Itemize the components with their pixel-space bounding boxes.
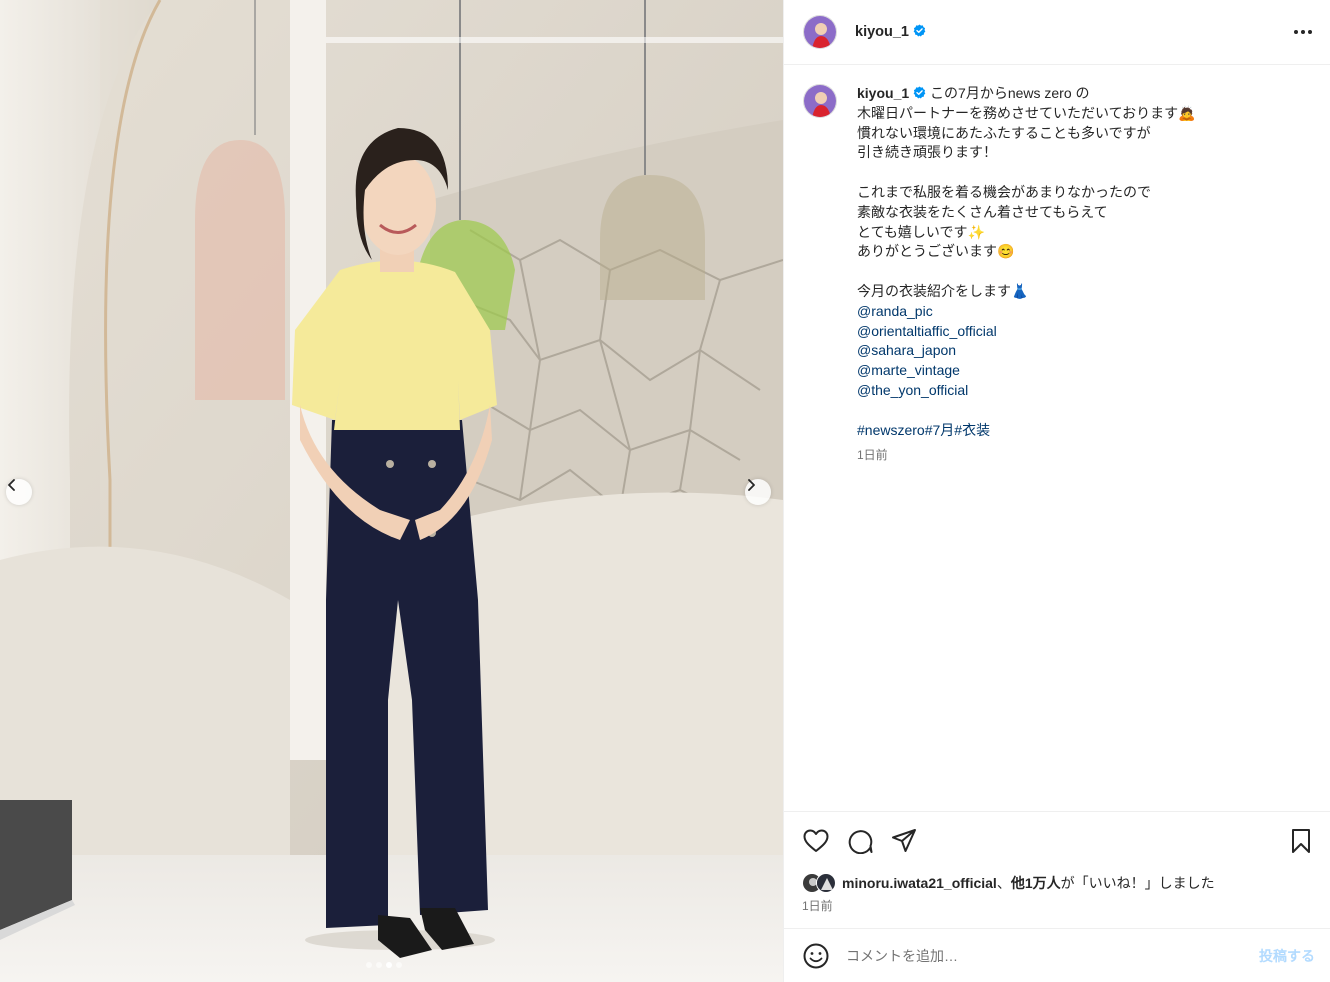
avatar-image [804, 16, 836, 48]
caption-section: kiyou_1 この7月からnews zero の 木曜日パートナーを務めさせて… [784, 66, 1330, 811]
avatar-image [817, 874, 835, 892]
likes-count-link[interactable]: 他1万人 [1011, 873, 1061, 893]
post-side-panel: kiyou_1 kiyou_1 この7月からnews zero の 木曜日パート… [783, 0, 1330, 982]
more-options-icon [1294, 30, 1298, 34]
username-text[interactable]: kiyou_1 [855, 24, 909, 40]
mention-link[interactable]: @randa_pic [857, 302, 1297, 322]
mentions-list: @randa_pic @orientaltiaffic_official @saha… [857, 302, 1297, 401]
carousel-indicator [366, 962, 402, 968]
author-avatar[interactable] [803, 15, 837, 49]
emoji-icon [803, 943, 829, 968]
hashtag-link[interactable]: #7月 [925, 422, 955, 438]
caption-first-line: kiyou_1 この7月からnews zero の [857, 84, 1297, 104]
previous-slide-button[interactable] [6, 479, 32, 505]
share-icon [892, 829, 916, 852]
comment-input[interactable] [846, 947, 1259, 964]
caption-line: 慣れない環境にあたふたすることも多いですが [857, 124, 1151, 141]
hashtags: #newszero#7月#衣装 [857, 421, 1297, 441]
carousel-dot [376, 962, 382, 968]
more-dot [1301, 30, 1305, 34]
actions-section: minoru.iwata21_official、他1万人 が「いいね！」しました … [784, 811, 1330, 928]
comment-button[interactable] [846, 827, 874, 855]
share-button[interactable] [890, 827, 918, 855]
more-dot [1308, 30, 1312, 34]
mention-link[interactable]: @orientaltiaffic_official [857, 322, 1297, 342]
chevron-left-icon [8, 479, 15, 491]
comment-bar: 投稿する [784, 928, 1330, 982]
mention-link[interactable]: @the_yon_official [857, 381, 1297, 401]
author-username[interactable]: kiyou_1 [855, 24, 926, 40]
post-timestamp[interactable]: 1日前 [784, 897, 1330, 914]
mention-link[interactable]: @marte_vintage [857, 361, 1297, 381]
photo-illustration [0, 0, 783, 982]
carousel-dot [396, 962, 402, 968]
likes-summary: minoru.iwata21_official、他1万人 が「いいね！」しました [784, 870, 1330, 896]
caption-line: とても嬉しいです✨ [857, 223, 985, 240]
avatar-image [804, 85, 836, 117]
likes-separator: 、 [996, 875, 1011, 891]
hashtag-link[interactable]: #newszero [857, 422, 925, 438]
likes-suffix: が「いいね！」しました [1060, 875, 1215, 891]
bookmark-icon [1292, 829, 1310, 853]
post-comment-button[interactable]: 投稿する [1259, 946, 1315, 966]
chevron-right-icon [748, 479, 755, 491]
hashtag-link[interactable]: #衣装 [954, 422, 990, 438]
caption-author-avatar[interactable] [803, 84, 837, 118]
more-options-button[interactable] [1294, 30, 1312, 34]
post-header: kiyou_1 [784, 0, 1330, 65]
like-button[interactable] [802, 827, 830, 855]
caption-line: 素敵な衣装をたくさん着させてもらえて [857, 203, 1108, 220]
mention-link[interactable]: @sahara_japon [857, 341, 1297, 361]
verified-badge-icon [913, 86, 926, 99]
caption-username[interactable]: kiyou_1 [857, 85, 909, 101]
next-slide-button[interactable] [745, 479, 771, 505]
carousel-dot [366, 962, 372, 968]
caption-lines: 木曜日パートナーを務めさせていただいております🙇 慣れない環境にあたふたすることも… [857, 104, 1297, 302]
action-bar [784, 812, 1330, 870]
save-button[interactable] [1287, 827, 1315, 855]
emoji-button[interactable] [802, 942, 830, 970]
carousel-dot [386, 962, 392, 968]
caption-line: ありがとうございます😊 [857, 243, 1015, 260]
liker-avatar[interactable] [816, 873, 836, 893]
caption-text: この7月からnews zero の [930, 85, 1090, 101]
liker-username[interactable]: minoru.iwata21_official [842, 875, 997, 891]
post-photo[interactable] [0, 0, 783, 982]
comment-icon [848, 830, 873, 854]
liker-avatars [802, 873, 836, 893]
caption-body: kiyou_1 この7月からnews zero の 木曜日パートナーを務めさせて… [857, 84, 1297, 811]
caption-timestamp[interactable]: 1日前 [857, 446, 1297, 466]
caption-line: これまで私服を着る機会があまりなかったので [857, 183, 1151, 200]
verified-badge-icon [913, 24, 926, 37]
caption-line: 今月の衣装紹介をします👗 [857, 282, 1029, 299]
caption-line: 引き続き頑張ります！ [857, 144, 997, 161]
caption-line: 木曜日パートナーを務めさせていただいております🙇 [857, 104, 1196, 121]
heart-icon [803, 829, 829, 852]
